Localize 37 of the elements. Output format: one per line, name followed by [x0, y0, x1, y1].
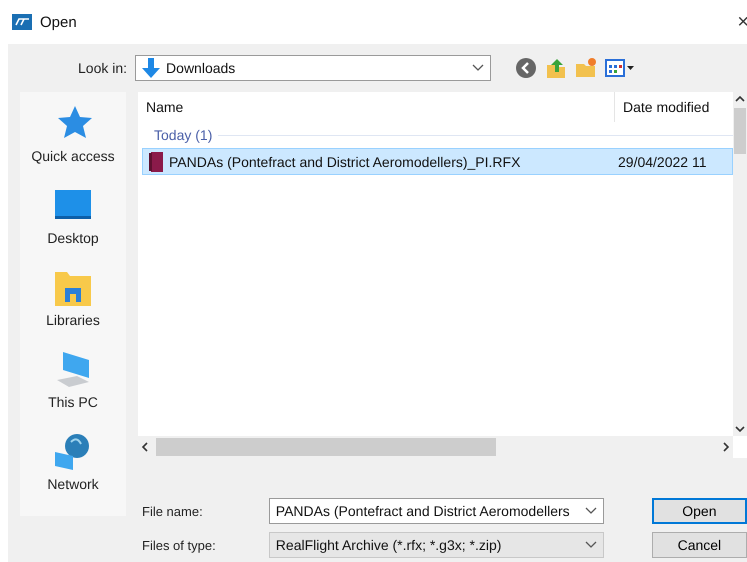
place-link[interactable]: Libraries: [46, 312, 100, 328]
file-row[interactable]: PANDAs (Pontefract and District Aeromodellers)_PI.RFX 29/04/2022 11: [142, 148, 733, 175]
back-icon[interactable]: [515, 57, 538, 79]
group-label[interactable]: Today (1): [154, 127, 212, 143]
cancel-button[interactable]: Cancel: [652, 532, 747, 558]
chevron-down-icon: [584, 541, 597, 549]
column-header[interactable]: Date modified: [615, 99, 733, 115]
file-type-label: Files of type:: [142, 538, 217, 552]
app-logo-icon: [12, 14, 32, 30]
file-type-dropdown[interactable]: RealFlight Archive (*.rfx; *.g3x; *.zip): [268, 532, 604, 558]
view-menu-icon[interactable]: [605, 58, 636, 78]
window-title: Open: [40, 14, 78, 30]
date-cell-text: 29/04/2022 11: [617, 154, 708, 170]
horizontal-scrollbar[interactable]: [138, 436, 733, 458]
open-button[interactable]: Open: [652, 498, 747, 524]
chevron-down-icon: [584, 507, 597, 515]
file-name-field[interactable]: PANDAs (Pontefract and District Aeromodellers: [268, 498, 604, 524]
place-link[interactable]: This PC: [48, 394, 98, 410]
look-in-label: Look in:: [78, 60, 128, 76]
column-header[interactable]: Name: [138, 99, 614, 115]
file-icon: [149, 152, 163, 172]
scroll-down-icon[interactable]: [735, 424, 745, 434]
scroll-thumb[interactable]: [156, 438, 496, 456]
up-folder-icon[interactable]: [545, 57, 568, 79]
vertical-scrollbar[interactable]: [733, 92, 747, 436]
place-link[interactable]: Network: [47, 476, 99, 492]
place-link[interactable]: Quick access: [31, 148, 115, 164]
scroll-right-icon[interactable]: [721, 442, 731, 452]
scroll-thumb[interactable]: [734, 108, 746, 154]
place-link[interactable]: Desktop: [47, 230, 99, 246]
download-arrow-icon: [142, 58, 160, 78]
file-name-label: File name:: [142, 504, 204, 518]
file-name: PANDAs (Pontefract and District Aeromodellers)_PI.RFX: [169, 154, 520, 170]
chevron-down-icon: [472, 64, 484, 72]
scroll-up-icon[interactable]: [735, 94, 745, 104]
scroll-left-icon[interactable]: [140, 442, 150, 452]
look-in-dropdown[interactable]: Downloads: [135, 55, 492, 81]
